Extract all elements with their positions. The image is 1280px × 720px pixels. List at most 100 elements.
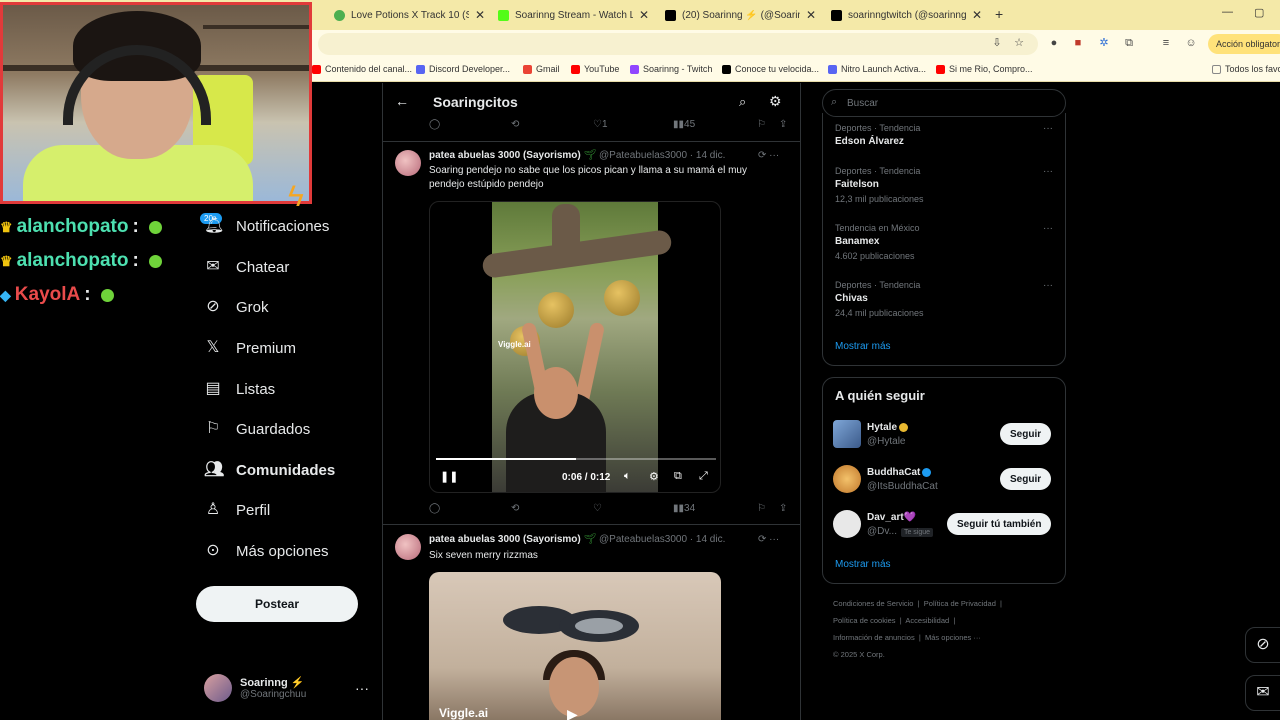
footer-link[interactable]: Más opciones ··· xyxy=(925,633,981,642)
bookmark-item[interactable]: Soarinng - Twitch xyxy=(630,64,712,74)
bookmark-icon[interactable]: ⚐ xyxy=(757,119,766,130)
tweet-date[interactable]: · 14 dic. xyxy=(690,150,726,161)
bookmark-item[interactable]: Si me Rio, Compro... xyxy=(936,64,1033,74)
media-icon[interactable]: ≡ xyxy=(1159,36,1173,50)
sidebar-item-comunidades[interactable]: 👥︎ Comunidades xyxy=(204,461,335,479)
sidebar-item-grok[interactable]: ⊘ Grok xyxy=(204,298,268,316)
follow-suggestion[interactable]: Dav_art💜 @Dv... Te sigue Seguir tú tambié… xyxy=(833,510,1057,540)
author-name[interactable]: patea abuelas 3000 (Sayorismo) xyxy=(429,150,581,161)
author-name[interactable]: patea abuelas 3000 (Sayorismo) xyxy=(429,534,581,545)
video-player[interactable]: Viggle.ai ❚❚ 0:06 / 0:12 🔈︎ ⚙ ⧉ ⤢ xyxy=(429,201,721,493)
trend-item[interactable]: Deportes · Tendencia Chivas 24,4 mil pub… xyxy=(835,280,924,318)
maximize-icon[interactable]: ▢ xyxy=(1254,6,1264,19)
star-icon[interactable]: ☆ xyxy=(1012,36,1026,50)
omnibox[interactable] xyxy=(318,33,1038,55)
install-icon[interactable]: ⇩ xyxy=(990,36,1004,50)
extension-icon[interactable]: ● xyxy=(1047,36,1061,50)
grok-floating-button[interactable]: ⊘ xyxy=(1245,627,1280,663)
more-icon[interactable]: ··· xyxy=(1043,123,1053,134)
fullscreen-icon[interactable]: ⤢ xyxy=(699,470,708,483)
sidebar-item-notificaciones[interactable]: 🔔︎ Notificaciones xyxy=(204,217,329,235)
retweet-icon[interactable]: ⟲ xyxy=(511,119,519,130)
tab-soarinng-stream[interactable]: Soarinng Stream - Watch Live on ✕ xyxy=(490,4,657,26)
search-input[interactable] xyxy=(847,95,1047,111)
more-icon[interactable]: ··· xyxy=(1043,166,1053,177)
footer-link[interactable]: Información de anuncios xyxy=(833,633,915,642)
bookmark-item[interactable]: Contenido del canal... xyxy=(312,64,412,74)
show-more-link[interactable]: Mostrar más xyxy=(835,341,891,352)
bookmark-item[interactable]: Discord Developer... xyxy=(416,64,510,74)
sidebar-item-guardados[interactable]: ⚐ Guardados xyxy=(204,420,310,438)
avatar[interactable] xyxy=(395,150,421,176)
all-bookmarks[interactable]: Todos los favoritos xyxy=(1212,64,1280,74)
views-button[interactable]: ▮▮ 45 xyxy=(673,119,695,130)
more-icon[interactable]: ··· xyxy=(1043,280,1053,291)
follow-button[interactable]: Seguir xyxy=(1000,423,1052,445)
close-icon[interactable]: ✕ xyxy=(475,8,485,22)
new-tab-icon[interactable]: + xyxy=(995,6,1003,22)
account-switcher[interactable]: Soarinng ⚡ @Soaringchuu xyxy=(204,674,306,702)
action-required-button[interactable]: Acción obligatoria xyxy=(1208,34,1280,54)
post-button[interactable]: Postear xyxy=(196,586,358,622)
follow-suggestion[interactable]: BuddhaCat @ItsBuddhaCat Seguir xyxy=(833,465,1057,495)
bookmark-icon[interactable]: ⚐ xyxy=(757,503,766,514)
close-icon[interactable]: ✕ xyxy=(972,8,982,22)
sidebar-item-chatear[interactable]: ✉ Chatear xyxy=(204,258,289,276)
reply-icon[interactable]: ◯ xyxy=(429,119,440,130)
share-icon[interactable]: ⇪ xyxy=(779,503,787,514)
settings-icon[interactable]: ⚙ xyxy=(649,470,659,483)
more-icon[interactable]: ··· xyxy=(355,680,369,696)
footer-link[interactable]: Accesibilidad xyxy=(905,616,949,625)
sidebar-item-premium[interactable]: 𝕏 Premium xyxy=(204,339,296,357)
pip-icon[interactable]: ⧉ xyxy=(674,470,682,483)
follow-button[interactable]: Seguir xyxy=(1000,468,1052,490)
follow-suggestion[interactable]: Hytale @Hytale Seguir xyxy=(833,420,1057,450)
search-icon[interactable]: ⌕ xyxy=(739,94,746,110)
views-button[interactable]: ▮▮ 34 xyxy=(673,503,695,514)
sidebar-item-listas[interactable]: ▤ Listas xyxy=(204,380,275,398)
trend-item[interactable]: Tendencia en México Banamex 4.602 public… xyxy=(835,223,920,261)
footer-link[interactable]: Condiciones de Servicio xyxy=(833,599,913,608)
sidebar-item-perfil[interactable]: ♙ Perfil xyxy=(204,501,270,519)
follow-back-button[interactable]: Seguir tú también xyxy=(947,513,1052,535)
share-icon[interactable]: ⇪ xyxy=(779,119,787,130)
author-handle[interactable]: @Pateabuelas3000 xyxy=(599,534,687,545)
sidebar-item-mas-opciones[interactable]: ⊙ Más opciones xyxy=(204,542,328,560)
show-more-link[interactable]: Mostrar más xyxy=(835,559,891,570)
more-icon[interactable]: ⟳ ··· xyxy=(758,150,779,161)
reply-icon[interactable]: ◯ xyxy=(429,503,440,514)
tab-love-potions[interactable]: Love Potions X Track 10 (Slowed) ✕ xyxy=(326,4,493,26)
profile-icon[interactable]: ☺ xyxy=(1184,36,1198,50)
bookmark-item[interactable]: Conoce tu velocida... xyxy=(722,64,819,74)
retweet-icon[interactable]: ⟲ xyxy=(511,503,519,514)
minimize-icon[interactable]: — xyxy=(1222,6,1233,18)
bookmark-item[interactable]: YouTube xyxy=(571,64,619,74)
footer-link[interactable]: Política de cookies xyxy=(833,616,896,625)
extension-icon[interactable]: ■ xyxy=(1071,36,1085,50)
messages-floating-button[interactable]: ✉ xyxy=(1245,675,1280,711)
tab-x-profile[interactable]: (20) Soarinng ⚡ (@Soaringchuu) ✕ xyxy=(657,4,824,26)
like-button[interactable]: ♡ 1 xyxy=(593,119,608,130)
avatar[interactable] xyxy=(395,534,421,560)
pause-icon[interactable]: ❚❚ xyxy=(440,470,458,483)
footer-link[interactable]: Política de Privacidad xyxy=(924,599,996,608)
back-arrow-icon[interactable]: ← xyxy=(395,93,409,109)
play-icon[interactable]: ▶ xyxy=(567,706,578,720)
more-icon[interactable]: ⟳ ··· xyxy=(758,534,779,545)
like-icon[interactable]: ♡ xyxy=(593,503,602,514)
tab-tiktok[interactable]: soarinngtwitch (@soarinngtwitch) ✕ xyxy=(823,4,990,26)
extension-icon[interactable]: ✲ xyxy=(1097,36,1111,50)
bookmark-item[interactable]: Nitro Launch Activa... xyxy=(828,64,926,74)
puzzle-icon[interactable]: ⧉ xyxy=(1122,36,1136,50)
tweet-date[interactable]: · 14 dic. xyxy=(690,534,726,545)
volume-icon[interactable]: 🔈︎ xyxy=(624,470,631,483)
trend-item[interactable]: Deportes · Tendencia Edson Álvarez xyxy=(835,123,920,147)
close-icon[interactable]: ✕ xyxy=(639,8,649,22)
video-progress-bar[interactable] xyxy=(436,458,716,460)
close-icon[interactable]: ✕ xyxy=(806,8,816,22)
trend-item[interactable]: Deportes · Tendencia Faitelson 12,3 mil … xyxy=(835,166,924,204)
more-icon[interactable]: ··· xyxy=(1043,223,1053,234)
gear-icon[interactable]: ⚙ xyxy=(769,93,782,110)
author-handle[interactable]: @Pateabuelas3000 xyxy=(599,150,687,161)
video-player[interactable]: Viggle.ai ▶ xyxy=(429,572,721,720)
